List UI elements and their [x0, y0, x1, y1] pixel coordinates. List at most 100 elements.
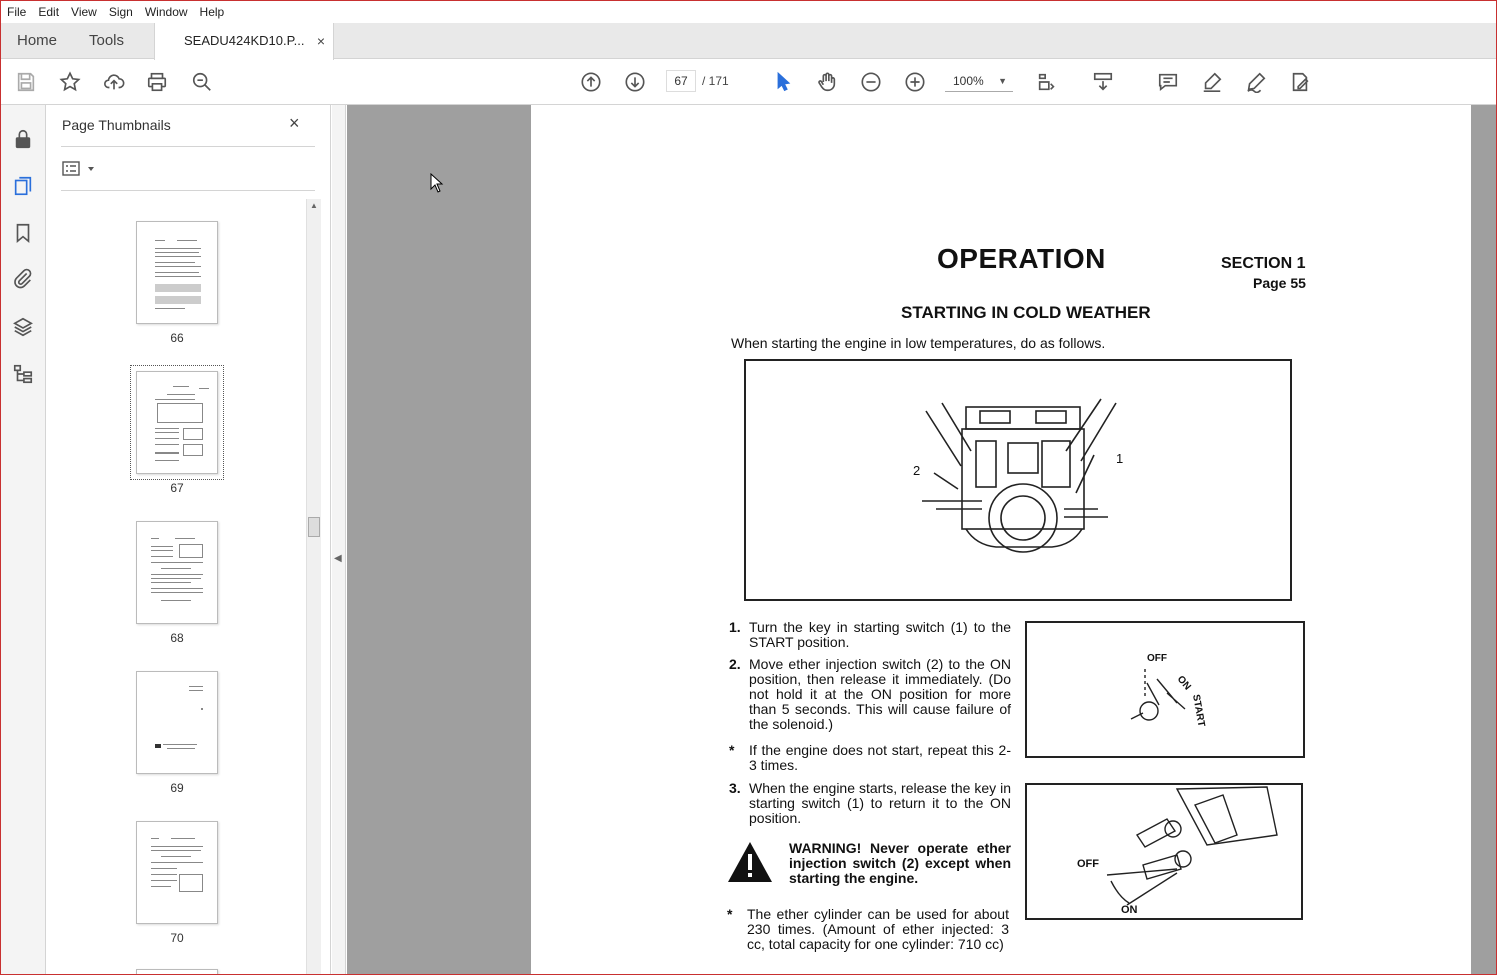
step-text: When the engine starts, release the key …	[749, 780, 1011, 826]
menu-sign[interactable]: Sign	[103, 1, 139, 23]
zoom-search-icon[interactable]	[189, 69, 215, 95]
note-ether: * The ether cylinder can be used for abo…	[727, 907, 1011, 957]
zoom-out-icon[interactable]	[858, 69, 884, 95]
tab-bar: Home Tools SEADU424KD10.P... ×	[1, 23, 1496, 60]
thumbnail-page-67[interactable]	[130, 365, 224, 480]
page-title: OPERATION	[937, 243, 1106, 274]
zoom-level-value: 100%	[953, 74, 984, 88]
zoom-level-select[interactable]: 100% ▼	[945, 70, 1013, 92]
tab-tools[interactable]: Tools	[89, 23, 124, 59]
thumbnail-label: 69	[170, 781, 184, 795]
menu-edit[interactable]: Edit	[32, 1, 65, 23]
step-text: Move ether injection switch (2) to the O…	[749, 656, 1011, 732]
comment-icon[interactable]	[1155, 69, 1181, 95]
fill-sign-icon[interactable]	[1287, 69, 1313, 95]
star-icon[interactable]	[57, 69, 83, 95]
bookmark-icon[interactable]	[11, 221, 35, 245]
cloud-upload-icon[interactable]	[101, 69, 127, 95]
step-number: 2.	[729, 656, 741, 672]
step-2: 2. Move ether injection switch (2) to th…	[729, 657, 1013, 735]
step-number: 1.	[729, 619, 741, 635]
thumbnail-label: 66	[170, 331, 184, 345]
scrollbar-thumb[interactable]	[308, 517, 320, 537]
ether-switch-illustration: OFF ON	[1025, 783, 1303, 920]
off-label: OFF	[1077, 858, 1099, 870]
section-heading: STARTING IN COLD WEATHER	[901, 303, 1151, 322]
menu-help[interactable]: Help	[194, 1, 231, 23]
menu-view[interactable]: View	[65, 1, 103, 23]
key-switch-illustration: OFF ON START	[1025, 621, 1305, 758]
note-text: The ether cylinder can be used for about…	[747, 906, 1009, 952]
key-switch-drawing: OFF ON START	[1130, 653, 1207, 728]
step-1: 1. Turn the key in starting switch (1) t…	[729, 620, 1013, 652]
on-label: ON	[1121, 904, 1138, 916]
page-thumbnails-panel: Page Thumbnails × 66 67 68 69 70 ▲	[46, 105, 331, 974]
total-pages: / 171	[702, 74, 729, 88]
content-tree-icon[interactable]	[11, 362, 35, 386]
attachment-icon[interactable]	[11, 267, 35, 291]
menu-file[interactable]: File	[1, 1, 32, 23]
thumbnail-page-66[interactable]	[136, 221, 218, 324]
page-thumbnails-icon[interactable]	[11, 174, 35, 198]
callout-1: 1	[1116, 451, 1123, 466]
thumbnail-label: 70	[170, 931, 184, 945]
print-icon[interactable]	[144, 69, 170, 95]
step-3: 3. When the engine starts, release the k…	[729, 781, 1013, 829]
note-text: If the engine does not start, repeat thi…	[749, 742, 1011, 773]
menu-window[interactable]: Window	[139, 1, 194, 23]
section-label: SECTION 1	[1221, 255, 1306, 272]
next-page-icon[interactable]	[622, 69, 648, 95]
close-tab-icon[interactable]: ×	[317, 23, 325, 59]
lock-icon[interactable]	[11, 127, 35, 151]
panel-collapse-handle[interactable]: ◀	[332, 105, 346, 974]
toolbar	[1, 60, 1496, 154]
document-viewer[interactable]: OPERATION SECTION 1 Page 55 STARTING IN …	[347, 105, 1496, 974]
chevron-down-icon: ▼	[998, 76, 1007, 86]
scroll-mode-icon[interactable]	[1090, 69, 1116, 95]
note-repeat: * If the engine does not start, repeat t…	[729, 743, 1013, 775]
close-panel-icon[interactable]: ×	[289, 113, 300, 134]
callout-2: 2	[913, 463, 920, 478]
pdf-reader-window: File Edit View Sign Window Help Home Too…	[0, 0, 1497, 975]
start-label: START	[1190, 694, 1206, 728]
scroll-up-icon[interactable]: ▲	[310, 201, 318, 210]
highlight-pen-icon[interactable]	[1199, 69, 1225, 95]
thumbnail-page-69[interactable]	[136, 671, 218, 774]
document-scrollbar[interactable]	[1471, 105, 1496, 974]
thumbnail-options-menu[interactable]	[62, 159, 100, 179]
page-number-input[interactable]: 67	[666, 70, 696, 92]
layers-icon[interactable]	[11, 315, 35, 339]
menu-bar: File Edit View Sign Window Help	[1, 1, 1496, 23]
tab-home[interactable]: Home	[17, 23, 57, 59]
step-number: 3.	[729, 780, 741, 796]
options-list-icon	[62, 161, 94, 176]
warning-text: WARNING! Never operate ether injection s…	[789, 840, 1011, 886]
off-label: OFF	[1147, 653, 1167, 664]
thumbnail-page-70[interactable]	[136, 821, 218, 924]
thumbnail-label: 67	[170, 481, 184, 495]
thumbnail-scrollbar[interactable]: ▲	[306, 199, 321, 974]
thumbnail-page-68[interactable]	[136, 521, 218, 624]
thumbnail-label: 68	[170, 631, 184, 645]
sign-pen-icon[interactable]	[1243, 69, 1269, 95]
select-cursor-icon[interactable]	[770, 69, 796, 95]
note-asterisk: *	[727, 906, 733, 922]
tab-document-label: SEADU424KD10.P...	[184, 33, 305, 48]
pdf-page: OPERATION SECTION 1 Page 55 STARTING IN …	[531, 105, 1471, 974]
hand-tool-icon[interactable]	[814, 69, 840, 95]
warning-triangle-icon	[728, 842, 772, 882]
fit-page-icon[interactable]	[1034, 69, 1060, 95]
zoom-in-icon[interactable]	[902, 69, 928, 95]
tab-document[interactable]: SEADU424KD10.P... ×	[154, 23, 334, 60]
mouse-cursor-icon	[430, 173, 444, 193]
intro-text: When starting the engine in low temperat…	[731, 335, 1106, 351]
page-number-label: Page 55	[1253, 275, 1306, 291]
save-icon[interactable]	[13, 69, 39, 95]
dashboard-drawing: 2 1	[913, 398, 1123, 553]
thumbnail-page-71[interactable]	[136, 969, 218, 974]
divider	[61, 190, 315, 191]
prev-page-icon[interactable]	[578, 69, 604, 95]
dashboard-illustration: 2 1	[744, 359, 1292, 601]
divider	[61, 146, 315, 147]
collapse-arrow-icon: ◀	[334, 553, 342, 564]
